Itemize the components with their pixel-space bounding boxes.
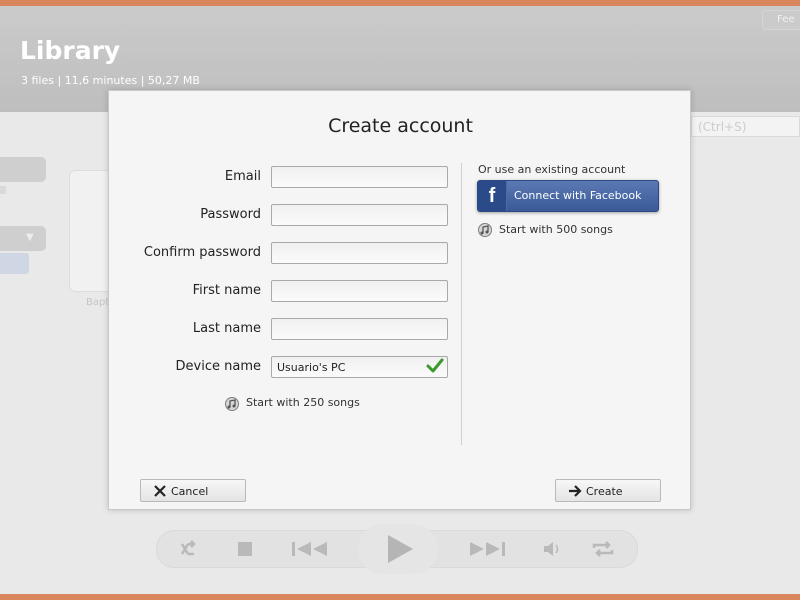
dialog-title: Create account — [328, 115, 473, 137]
existing-account-label: Or use an existing account — [478, 163, 626, 176]
create-button-label: Create — [586, 485, 623, 498]
last-name-label: Last name — [192, 321, 261, 336]
create-button[interactable]: Create — [555, 479, 661, 502]
first-name-field[interactable] — [271, 280, 448, 302]
last-name-field[interactable] — [271, 318, 448, 340]
create-account-dialog: Create account Email Password Confirm pa… — [108, 90, 691, 510]
confirm-password-field[interactable] — [271, 242, 448, 264]
start-with-500-songs-text: Start with 500 songs — [499, 223, 613, 236]
first-name-label: First name — [192, 283, 261, 298]
songs-badge-icon — [478, 223, 492, 237]
email-label: Email — [224, 169, 261, 184]
connect-facebook-label: Connect with Facebook — [514, 189, 642, 202]
device-name-label: Device name — [175, 359, 261, 374]
checkmark-icon — [426, 358, 444, 373]
dialog-divider — [461, 163, 462, 445]
connect-facebook-button[interactable]: f Connect with Facebook — [477, 180, 659, 212]
songs-badge-icon — [225, 397, 239, 411]
device-name-field[interactable] — [271, 356, 448, 378]
close-icon — [154, 485, 166, 497]
cancel-button[interactable]: Cancel — [140, 479, 246, 502]
password-field[interactable] — [271, 204, 448, 226]
facebook-icon: f — [478, 181, 507, 211]
window-frame-bottom — [0, 594, 800, 600]
password-label: Password — [200, 207, 261, 222]
arrow-right-icon — [569, 485, 582, 497]
cancel-button-label: Cancel — [171, 485, 209, 498]
email-field[interactable] — [271, 166, 448, 188]
start-with-250-songs-text: Start with 250 songs — [246, 396, 360, 409]
confirm-password-label: Confirm password — [143, 245, 261, 260]
